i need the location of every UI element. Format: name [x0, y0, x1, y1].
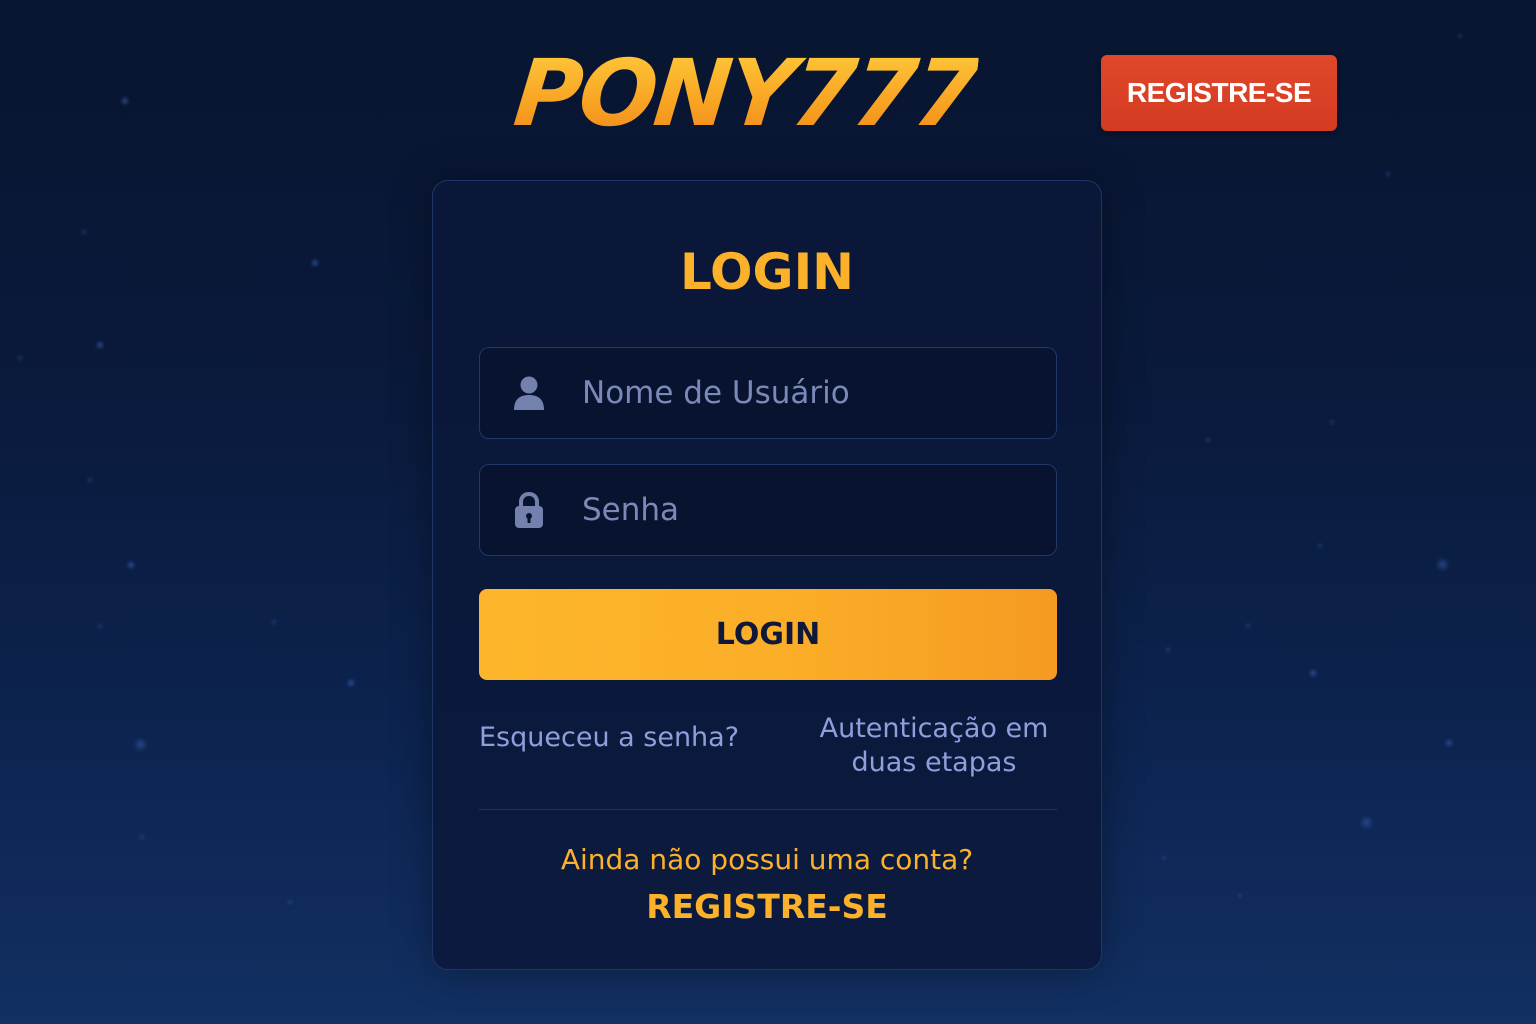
lock-icon — [512, 490, 546, 530]
star — [97, 342, 103, 348]
divider — [479, 809, 1057, 810]
star — [1438, 560, 1447, 569]
star — [88, 478, 92, 482]
star — [1162, 856, 1166, 860]
star — [272, 620, 276, 624]
star — [1318, 544, 1322, 548]
star — [122, 98, 128, 104]
star — [98, 624, 102, 628]
login-card: LOGIN LOGIN Esqueceu a senha? Autenticaç… — [432, 180, 1102, 970]
no-account-text: Ainda não possui uma conta? — [560, 843, 974, 876]
star — [136, 740, 145, 749]
username-field[interactable] — [479, 347, 1057, 439]
login-title: LOGIN — [679, 243, 855, 301]
star — [82, 230, 86, 234]
star — [1458, 34, 1462, 38]
star — [1206, 438, 1210, 442]
login-button[interactable]: LOGIN — [479, 589, 1057, 680]
star — [1362, 818, 1371, 827]
star — [1386, 172, 1390, 176]
star — [288, 900, 292, 904]
user-icon — [512, 373, 546, 413]
two-factor-auth-link[interactable]: Autenticação em duas etapas — [803, 712, 1065, 780]
star — [1446, 740, 1452, 746]
star — [312, 260, 318, 266]
star — [1166, 648, 1170, 652]
star — [348, 680, 354, 686]
star — [1330, 420, 1334, 424]
brand-logo: PONY777 — [509, 40, 981, 147]
star — [140, 835, 144, 839]
star — [1310, 670, 1316, 676]
star — [128, 562, 134, 568]
username-input[interactable] — [582, 348, 1056, 438]
header-register-button[interactable]: REGISTRE-SE — [1101, 55, 1337, 131]
star — [18, 356, 22, 360]
star — [1246, 624, 1250, 628]
password-input[interactable] — [582, 465, 1056, 555]
password-field[interactable] — [479, 464, 1057, 556]
forgot-password-link[interactable]: Esqueceu a senha? — [479, 722, 739, 753]
star — [1238, 894, 1242, 898]
register-link[interactable]: REGISTRE-SE — [433, 887, 1101, 926]
